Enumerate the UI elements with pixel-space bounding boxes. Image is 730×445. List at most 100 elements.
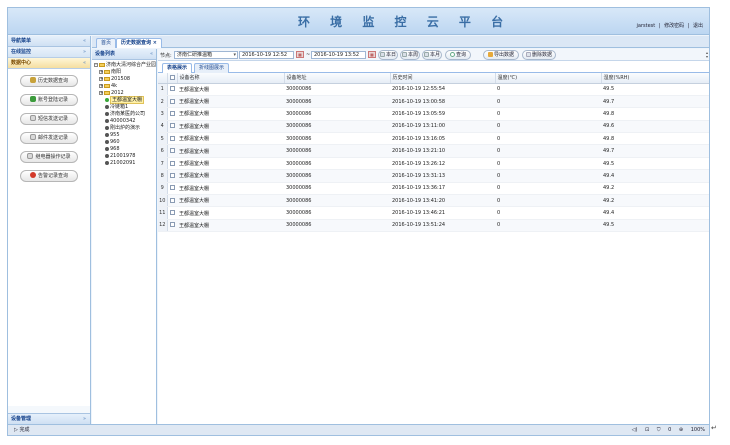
node-select[interactable]: 济南仁研推温箱 ▾ xyxy=(174,51,238,59)
expand-toggle-icon[interactable]: + xyxy=(99,83,103,88)
table-row[interactable]: 7 王都温室大棚 30000086 2016-10-19 13:26:12 0 49.5 xyxy=(158,157,709,171)
tree-node-device-selected[interactable]: 王都温室大棚 xyxy=(94,96,156,104)
row-number: 3 xyxy=(158,107,168,121)
account-icon xyxy=(29,96,36,102)
row-checkbox[interactable] xyxy=(169,185,175,191)
table-row[interactable]: 4 王都温室大棚 30000086 2016-10-19 13:11:00 0 49.6 xyxy=(158,120,709,134)
calendar-icon[interactable]: ▦ xyxy=(296,51,304,58)
device-icon xyxy=(105,153,109,158)
tree-node-device[interactable]: 冷链箱1 xyxy=(94,104,156,111)
tree-node-folder[interactable]: +201508 xyxy=(94,76,156,83)
tree-node-device[interactable]: 955 xyxy=(94,132,156,139)
cell-device-name: 王都温室大棚 xyxy=(177,120,284,134)
row-checkbox[interactable] xyxy=(169,160,175,166)
column-header[interactable]: 温度(℃) xyxy=(495,73,602,84)
query-button[interactable]: 查询 xyxy=(445,50,471,60)
mail-log-button[interactable]: 邮件发送记录 xyxy=(20,132,78,144)
tree-node-folder[interactable]: +4k xyxy=(94,83,156,90)
table-row[interactable]: 10 王都温室大棚 30000086 2016-10-19 13:41:20 0 49.2 xyxy=(158,194,709,208)
row-checkbox[interactable] xyxy=(169,123,175,129)
sms-log-button[interactable]: 短信发送记录 xyxy=(20,113,78,125)
expand-toggle-icon[interactable]: + xyxy=(99,69,103,74)
tree-node-device[interactable]: 968 xyxy=(94,146,156,153)
tree-node-root[interactable]: - 济南大清河综合产业园 xyxy=(94,62,156,69)
row-checkbox[interactable] xyxy=(169,197,175,203)
tree-node-device[interactable]: 21001978 xyxy=(94,153,156,160)
expand-toggle-icon[interactable]: + xyxy=(99,76,103,81)
cell-humidity: 49.7 xyxy=(601,144,709,158)
tab-line-chart-view[interactable]: 折线图展示 xyxy=(194,63,230,73)
cell-history-time: 2016-10-19 13:26:12 xyxy=(390,157,495,171)
calendar-icon[interactable]: ▦ xyxy=(368,51,376,58)
toolbar-scroll-arrows[interactable]: ▴ ▾ xyxy=(706,51,709,60)
this-month-button[interactable]: 本月 xyxy=(422,50,442,60)
row-checkbox[interactable] xyxy=(169,222,175,228)
expand-toggle-icon[interactable]: + xyxy=(99,90,103,95)
table-row[interactable]: 3 王都温室大棚 30000086 2016-10-19 13:05:59 0 49.8 xyxy=(158,107,709,121)
account-login-log-button[interactable]: 账号登陆记录 xyxy=(20,94,78,106)
history-data-table: 设备名称 设备地址 历史时间 温度(℃) 湿度(%RH) 1 王都温室大棚 3000… xyxy=(158,73,709,233)
cell-device-address: 30000086 xyxy=(284,83,390,96)
change-password-link[interactable]: 修改密码 xyxy=(664,23,684,29)
table-row[interactable]: 8 王都温室大棚 30000086 2016-10-19 13:31:13 0 49.4 xyxy=(158,169,709,183)
table-row[interactable]: 5 王都温室大棚 30000086 2016-10-19 13:16:05 0 49.8 xyxy=(158,132,709,146)
row-checkbox[interactable] xyxy=(169,135,175,141)
tree-node-device[interactable]: 21002091 xyxy=(94,160,156,167)
row-checkbox[interactable] xyxy=(169,86,175,92)
tree-node-device[interactable]: 济南某医药公司 xyxy=(94,111,156,118)
collapse-icon[interactable]: « xyxy=(150,49,153,60)
row-checkbox[interactable] xyxy=(169,110,175,116)
sound-icon[interactable]: ◁) xyxy=(632,427,638,433)
column-header[interactable]: 设备名称 xyxy=(177,73,285,84)
tab-history-data[interactable]: 历史数据查询 × xyxy=(116,38,162,48)
collapse-icon[interactable]: « xyxy=(83,36,86,47)
cell-device-name: 王都温室大棚 xyxy=(177,132,284,146)
row-checkbox[interactable] xyxy=(169,98,175,104)
relay-log-button[interactable]: 继电器操作记录 xyxy=(20,151,78,163)
column-header[interactable]: 历史时间 xyxy=(390,73,496,84)
shield-icon[interactable]: ⛉ 0 xyxy=(657,427,672,433)
table-row[interactable]: 9 王都温室大棚 30000086 2016-10-19 13:36:17 0 49.2 xyxy=(158,182,709,196)
logout-link[interactable]: 退出 xyxy=(693,23,703,29)
tree-node-device[interactable]: 40000342 xyxy=(94,118,156,125)
delete-data-button[interactable]: 删除数据 xyxy=(522,50,556,60)
expand-icon[interactable]: » xyxy=(83,47,86,58)
alarm-log-button[interactable]: 告警记录查询 xyxy=(20,170,78,182)
row-checkbox[interactable] xyxy=(169,172,175,178)
nav-group-online-monitor[interactable]: 在线监控 » xyxy=(8,47,90,58)
nav-title: 导航菜单 « xyxy=(8,36,90,47)
column-header[interactable]: 设备地址 xyxy=(284,73,391,84)
tab-table-view[interactable]: 表格展示 xyxy=(162,63,193,73)
cell-device-address: 30000086 xyxy=(284,169,390,183)
tree-node-device[interactable]: 960 xyxy=(94,139,156,146)
end-time-input[interactable]: 2016-10-19 13:52 xyxy=(311,51,366,59)
table-row[interactable]: 12 王都温室大棚 30000086 2016-10-19 13:51:24 0 49.5 xyxy=(158,219,709,233)
table-row[interactable]: 2 王都温室大棚 30000086 2016-10-19 13:00:58 0 49.7 xyxy=(158,95,709,109)
lock-icon[interactable]: ⊡ xyxy=(645,427,649,433)
history-data-button[interactable]: 历史数据查询 xyxy=(20,75,78,87)
select-all-header[interactable] xyxy=(167,73,178,84)
row-select-cell xyxy=(167,219,177,233)
tree-node-device[interactable]: 刚出炉的演示 xyxy=(94,125,156,132)
row-checkbox[interactable] xyxy=(169,210,175,216)
button-label: 导出数据 xyxy=(493,52,514,58)
table-row[interactable]: 11 王都温室大棚 30000086 2016-10-19 13:46:21 0 49.4 xyxy=(158,206,709,220)
cell-device-address: 30000086 xyxy=(284,182,390,196)
table-row[interactable]: 1 王都温室大棚 30000086 2016-10-19 12:55:54 0 49.5 xyxy=(158,83,709,96)
today-button[interactable]: 本日 xyxy=(378,50,398,60)
table-row[interactable]: 6 王都温室大棚 30000086 2016-10-19 13:21:10 0 49.7 xyxy=(158,144,709,158)
nav-group-data-center[interactable]: 数据中心 « xyxy=(8,58,90,69)
tab-home[interactable]: 首页 xyxy=(96,38,117,48)
cell-humidity: 49.5 xyxy=(601,83,709,96)
collapse-icon[interactable]: « xyxy=(83,58,86,69)
column-header[interactable]: 湿度(%RH) xyxy=(601,73,709,84)
export-data-button[interactable]: 导出数据 xyxy=(483,50,519,60)
tree-node-folder[interactable]: + 南阳 xyxy=(94,69,156,76)
start-time-input[interactable]: 2016-10-19 12:52 xyxy=(239,51,294,59)
collapse-toggle-icon[interactable]: - xyxy=(94,62,98,67)
zoom-control[interactable]: ⊕ 100% xyxy=(679,427,705,433)
select-all-checkbox[interactable] xyxy=(169,74,175,80)
nav-group-device-management[interactable]: 设备管理 » xyxy=(8,413,90,424)
row-checkbox[interactable] xyxy=(169,148,175,154)
this-week-button[interactable]: 本周 xyxy=(400,50,420,60)
